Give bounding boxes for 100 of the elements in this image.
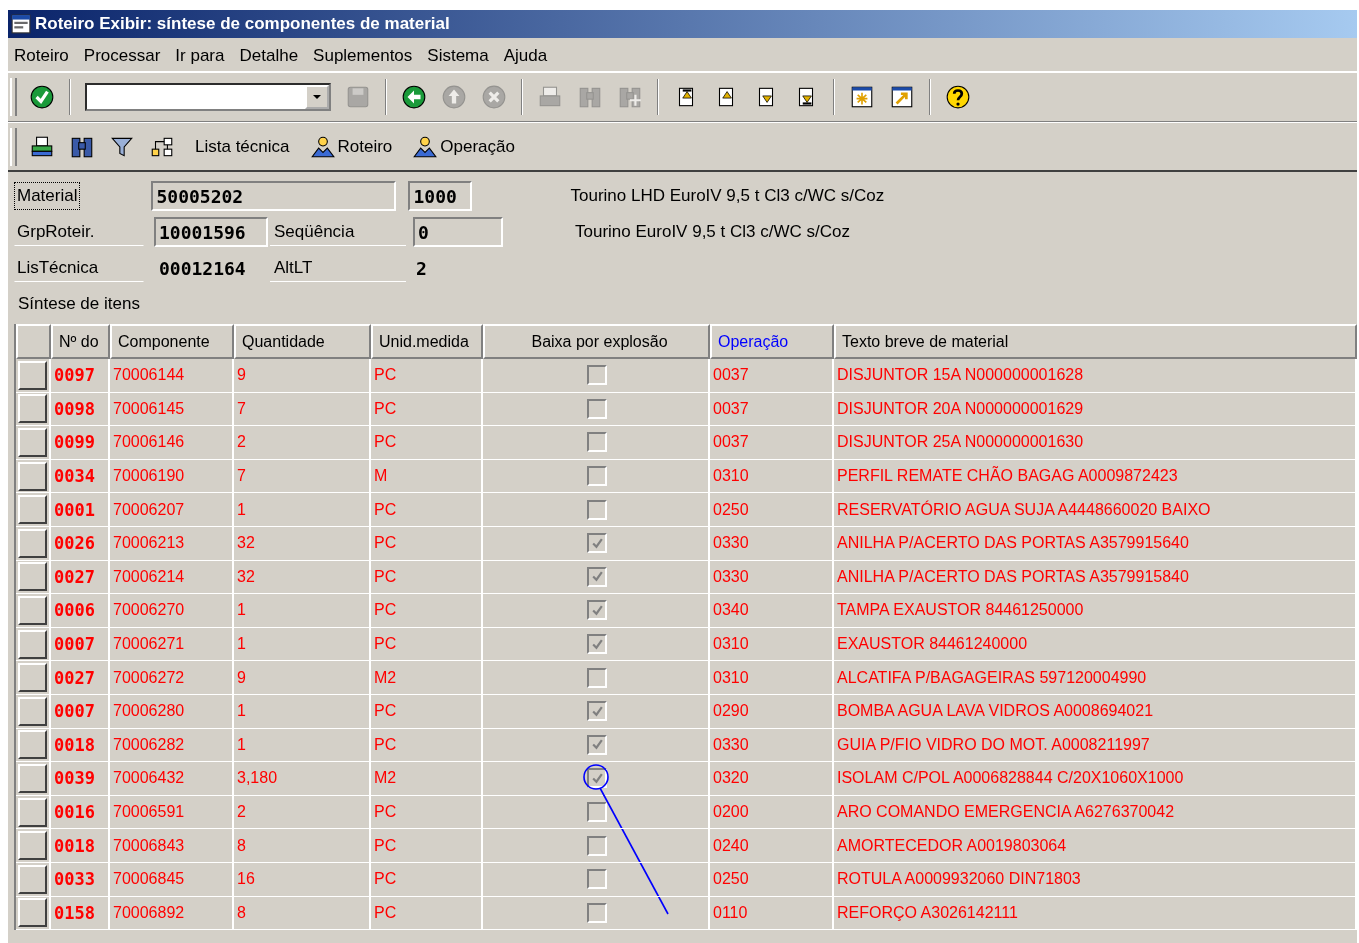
row-selector[interactable] — [18, 360, 47, 390]
checkbox[interactable] — [587, 768, 607, 789]
row-selector[interactable] — [18, 763, 47, 793]
table-cell: 0007 — [51, 627, 110, 662]
help-icon[interactable] — [945, 84, 971, 110]
table-cell: 0027 — [51, 661, 110, 695]
row-selector[interactable] — [18, 797, 47, 827]
checkbox[interactable] — [587, 701, 607, 722]
menu-item[interactable]: Ajuda — [497, 43, 557, 66]
command-field[interactable] — [85, 83, 331, 111]
column-header[interactable]: Operação — [710, 324, 834, 359]
row-selector[interactable] — [18, 394, 47, 424]
row-selector[interactable] — [18, 595, 47, 625]
row-selector[interactable] — [18, 562, 47, 592]
checkbox[interactable] — [587, 533, 607, 554]
column-header[interactable]: Unid.medida — [371, 324, 483, 359]
checkbox[interactable] — [587, 902, 607, 923]
column-header[interactable]: Texto breve de material — [834, 324, 1357, 359]
row-selector[interactable] — [18, 663, 47, 693]
checkbox[interactable] — [587, 667, 607, 688]
checkbox[interactable] — [587, 566, 607, 587]
table-cell: PERFIL REMATE CHÃO BAGAG A0009872423 — [834, 459, 1357, 494]
checkbox[interactable] — [587, 398, 607, 419]
table-cell: 0016 — [51, 795, 110, 830]
table-cell: PC — [371, 392, 483, 427]
menu-item[interactable]: Sistema — [421, 43, 498, 66]
material-field[interactable]: 50005202 — [151, 181, 397, 211]
table-cell: 0330 — [710, 526, 834, 561]
table-cell: 2 — [234, 426, 371, 460]
field-label: Seqüência — [270, 218, 406, 246]
table-cell: 70006146 — [110, 426, 234, 460]
field-label: Material — [14, 182, 81, 210]
table-cell: 0250 — [710, 862, 834, 897]
dropdown-button[interactable] — [305, 85, 329, 109]
table-cell: DISJUNTOR 15A N000000001628 — [834, 359, 1357, 393]
menu-item[interactable]: Detalhe — [233, 43, 308, 66]
field-label: GrpRoteir. — [14, 218, 144, 246]
row-selector[interactable] — [18, 831, 47, 861]
toolbar-button[interactable]: Roteiro — [309, 133, 393, 160]
toolbar-button[interactable]: Lista técnica — [195, 136, 290, 157]
menu-item[interactable]: Roteiro — [8, 43, 78, 66]
new-window-icon[interactable] — [849, 84, 875, 110]
shortcut-icon[interactable] — [889, 84, 915, 110]
checkbox[interactable] — [587, 499, 607, 520]
table-cell: 70006432 — [110, 762, 234, 796]
checkbox[interactable] — [587, 432, 607, 453]
table-cell: AMORTECEDOR A0019803064 — [834, 829, 1357, 863]
table-cell: PC — [371, 694, 483, 729]
table-cell: 70006214 — [110, 560, 234, 595]
menu-item[interactable]: Ir para — [169, 43, 234, 66]
checkmark-icon — [590, 771, 604, 785]
menu-item[interactable]: Suplementos — [307, 43, 422, 66]
check-icon[interactable] — [29, 84, 55, 110]
row-selector[interactable] — [18, 528, 47, 558]
back-icon[interactable] — [401, 84, 427, 110]
table-cell: 0110 — [710, 896, 834, 931]
checkbox[interactable] — [587, 835, 607, 856]
table-cell: 0097 — [51, 359, 110, 393]
row-selector[interactable] — [18, 629, 47, 659]
checkbox[interactable] — [587, 634, 607, 655]
table-cell: 70006843 — [110, 829, 234, 863]
group-field[interactable]: 10001596 — [154, 217, 268, 247]
row-selector[interactable] — [18, 730, 47, 760]
table-cell: 9 — [234, 661, 371, 695]
row-selector[interactable] — [18, 898, 47, 928]
table-cell: 0290 — [710, 694, 834, 729]
plant-field[interactable]: 1000 — [408, 181, 473, 211]
table-cell: RESERVATÓRIO AGUA SUJA A4448660020 BAIXO — [834, 493, 1357, 527]
field-label: AltLT — [270, 254, 406, 282]
toolbar-button[interactable]: Operação — [412, 133, 515, 160]
toolbar-grip[interactable] — [10, 127, 17, 166]
table-cell: 0018 — [51, 829, 110, 863]
menu-item[interactable]: Processar — [77, 43, 170, 66]
table-cell: M2 — [371, 762, 483, 796]
column-header[interactable]: Componente — [110, 324, 234, 359]
table-cell: M — [371, 459, 483, 494]
row-selector[interactable] — [18, 864, 47, 894]
table-cell: 0250 — [710, 493, 834, 527]
table-cell: PC — [371, 627, 483, 662]
checkbox[interactable] — [587, 734, 607, 755]
table-cell: 0340 — [710, 594, 834, 628]
row-selector[interactable] — [18, 495, 47, 525]
counter-field[interactable]: 0 — [413, 217, 503, 247]
column-header[interactable]: Baixa por explosão — [483, 324, 710, 359]
checkbox[interactable] — [587, 600, 607, 621]
checkbox[interactable] — [587, 466, 607, 487]
checkbox[interactable] — [587, 365, 607, 386]
material-description: Tourino LHD EuroIV 9,5 t Cl3 c/WC s/Coz — [570, 186, 885, 206]
checkbox[interactable] — [587, 802, 607, 822]
checkbox[interactable] — [587, 869, 607, 890]
table-cell: 0310 — [710, 459, 834, 494]
table-cell: M2 — [371, 661, 483, 695]
select-all-button[interactable] — [16, 324, 51, 359]
row-selector[interactable] — [18, 696, 47, 726]
toolbar-grip[interactable] — [10, 78, 17, 116]
row-selector[interactable] — [18, 461, 47, 491]
table-cell: 9 — [234, 359, 371, 393]
column-header[interactable]: Nº do — [51, 324, 110, 359]
row-selector[interactable] — [18, 428, 47, 457]
column-header[interactable]: Quantidade — [234, 324, 371, 359]
